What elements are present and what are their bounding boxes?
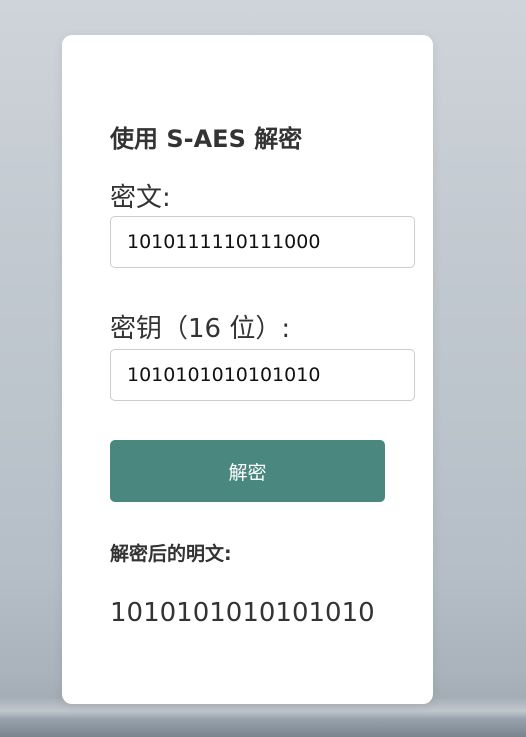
decrypt-button[interactable]: 解密 bbox=[110, 440, 385, 502]
page-title: 使用 S-AES 解密 bbox=[110, 125, 303, 153]
key-input[interactable] bbox=[110, 349, 415, 401]
ciphertext-input[interactable] bbox=[110, 216, 415, 268]
plaintext-result: 1010101010101010 bbox=[110, 598, 375, 628]
key-label: 密钥（16 位）: bbox=[110, 314, 291, 344]
decrypt-card: 使用 S-AES 解密 密文: 密钥（16 位）: 解密 解密后的明文: 101… bbox=[62, 35, 433, 704]
ciphertext-label: 密文: bbox=[110, 183, 171, 213]
result-label: 解密后的明文: bbox=[110, 543, 232, 565]
